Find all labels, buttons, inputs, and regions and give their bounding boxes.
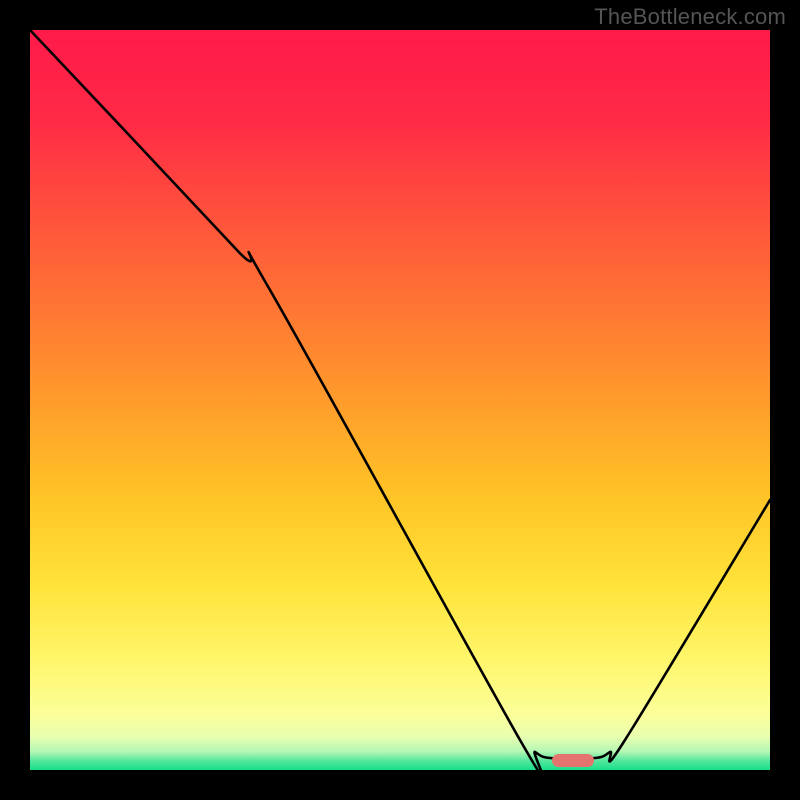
chart-container: TheBottleneck.com (0, 0, 800, 800)
watermark-text: TheBottleneck.com (594, 4, 786, 30)
optimal-marker (552, 754, 594, 767)
bottleneck-curve (30, 30, 770, 770)
plot-area (30, 30, 770, 770)
